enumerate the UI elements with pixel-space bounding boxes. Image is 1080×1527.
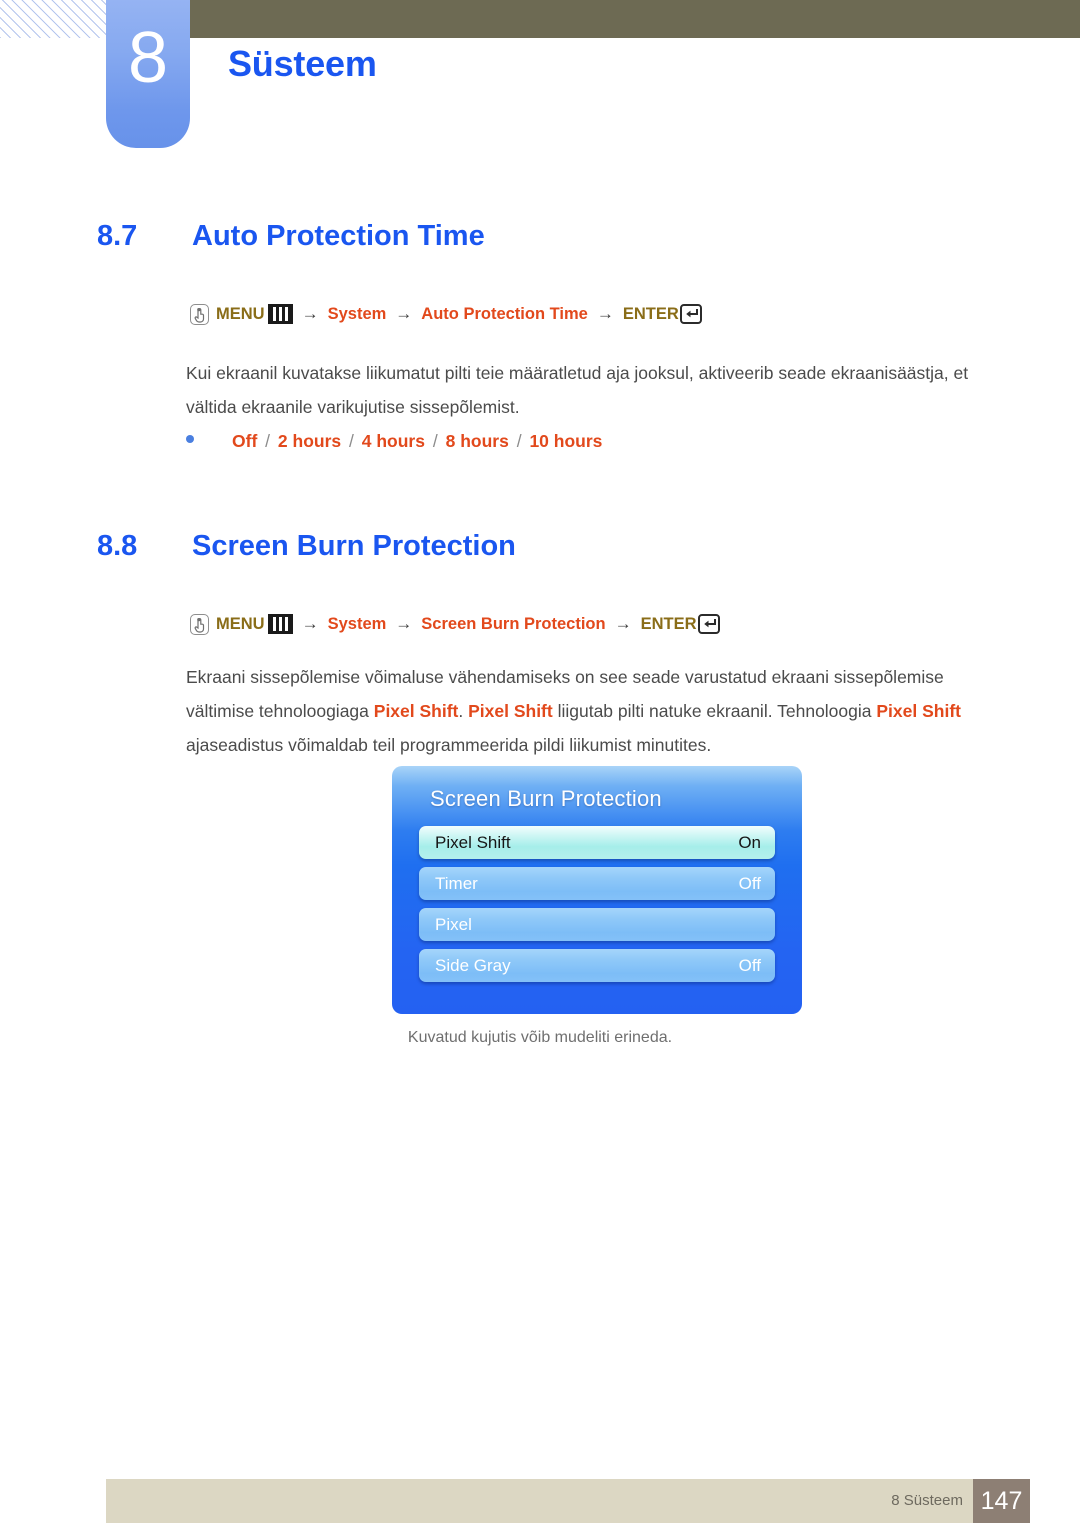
- option-item: 2 hours: [277, 431, 342, 451]
- osd-row-value: Off: [738, 955, 761, 975]
- option-item: 4 hours: [361, 431, 425, 451]
- navpath-arrow: →: [596, 304, 614, 323]
- navpath-item-system: System: [327, 305, 387, 323]
- option-separator: /: [432, 431, 438, 451]
- enter-key-icon: [679, 304, 702, 324]
- osd-row-label: Side Gray: [435, 955, 511, 975]
- option-item: 8 hours: [445, 431, 509, 451]
- navpath-arrow: →: [301, 614, 319, 633]
- section-title: Auto Protection Time: [192, 220, 485, 252]
- paragraph-8-8: Ekraani sissepõlemise võimaluse vähendam…: [186, 660, 986, 762]
- osd-row-value: Off: [738, 873, 761, 893]
- osd-screen-burn-protection: Screen Burn Protection Pixel Shift On Ti…: [392, 766, 802, 1014]
- section-title: Screen Burn Protection: [192, 530, 516, 562]
- navpath-item-system: System: [327, 615, 387, 633]
- osd-row-label: Pixel Shift: [435, 832, 511, 852]
- section-heading-8-8: 8.8 Screen Burn Protection: [97, 528, 1007, 564]
- navpath-8-8: MENU → System → Screen Burn Protection →…: [190, 613, 720, 635]
- highlighted-term: Pixel Shift: [373, 701, 459, 721]
- highlighted-term: Pixel Shift: [468, 701, 553, 721]
- option-separator: /: [516, 431, 522, 451]
- chapter-tab: 8: [106, 0, 190, 148]
- enter-key-icon: [697, 614, 720, 634]
- option-values: Off / 2 hours / 4 hours / 8 hours / 10 h…: [232, 428, 602, 454]
- highlighted-term: Pixel Shift: [876, 701, 961, 721]
- paragraph-run: liigutab pilti natuke ekraanil. Tehnoloo…: [552, 701, 877, 721]
- enter-label: ENTER: [622, 305, 679, 323]
- navpath-item-target: Screen Burn Protection: [421, 615, 606, 633]
- paragraph-run: ajaseadistus võimaldab teil programmeeri…: [186, 735, 712, 755]
- hand-press-icon: [190, 613, 209, 635]
- navpath-8-7: MENU → System → Auto Protection Time → E…: [190, 303, 702, 325]
- osd-row-pixel[interactable]: Pixel: [419, 908, 775, 941]
- navpath-arrow: →: [395, 304, 413, 323]
- section-number: 8.8: [97, 530, 138, 562]
- option-separator: /: [265, 431, 271, 451]
- page-header: 8 Süsteem: [0, 0, 1080, 160]
- section-number: 8.7: [97, 220, 138, 252]
- page-footer: 8 Süsteem 147: [106, 1479, 1030, 1523]
- osd-row-side-gray[interactable]: Side Gray Off: [419, 949, 775, 982]
- header-stripe-pattern: [0, 0, 106, 38]
- paragraph-run: .: [458, 701, 469, 721]
- header-olive-bar: [190, 0, 1080, 38]
- menu-label: MENU: [216, 305, 265, 323]
- osd-row-list: Pixel Shift On Timer Off Pixel Side Gray…: [419, 826, 775, 990]
- osd-row-label: Pixel: [435, 914, 472, 934]
- chapter-number: 8: [127, 18, 169, 98]
- option-item: 10 hours: [529, 431, 603, 451]
- osd-row-label: Timer: [435, 873, 478, 893]
- option-separator: /: [349, 431, 354, 451]
- footer-page-number: 147: [973, 1479, 1030, 1523]
- menu-bars-icon: [267, 614, 293, 634]
- navpath-arrow: →: [301, 304, 319, 323]
- navpath-item-target: Auto Protection Time: [421, 305, 588, 323]
- menu-label: MENU: [216, 615, 265, 633]
- navpath-arrow: →: [395, 614, 413, 633]
- hand-press-icon: [190, 303, 209, 325]
- option-item: Off: [232, 431, 258, 451]
- osd-row-value: On: [738, 832, 761, 852]
- footer-chapter-label: 8 Süsteem: [891, 1492, 963, 1509]
- section-heading-8-7: 8.7 Auto Protection Time: [97, 218, 1007, 254]
- navpath-arrow: →: [614, 614, 632, 633]
- bullet-dot-icon: [186, 435, 194, 443]
- enter-label: ENTER: [640, 615, 697, 633]
- osd-row-timer[interactable]: Timer Off: [419, 867, 775, 900]
- menu-bars-icon: [267, 304, 293, 324]
- osd-caption: Kuvatud kujutis võib mudeliti erineda.: [407, 1029, 673, 1046]
- osd-row-pixel-shift[interactable]: Pixel Shift On: [419, 826, 775, 859]
- option-list-8-7: Off / 2 hours / 4 hours / 8 hours / 10 h…: [186, 428, 602, 454]
- osd-title: Screen Burn Protection: [430, 786, 662, 811]
- paragraph-8-7: Kui ekraanil kuvatakse liikumatut pilti …: [186, 363, 969, 417]
- chapter-title: Süsteem: [228, 43, 377, 84]
